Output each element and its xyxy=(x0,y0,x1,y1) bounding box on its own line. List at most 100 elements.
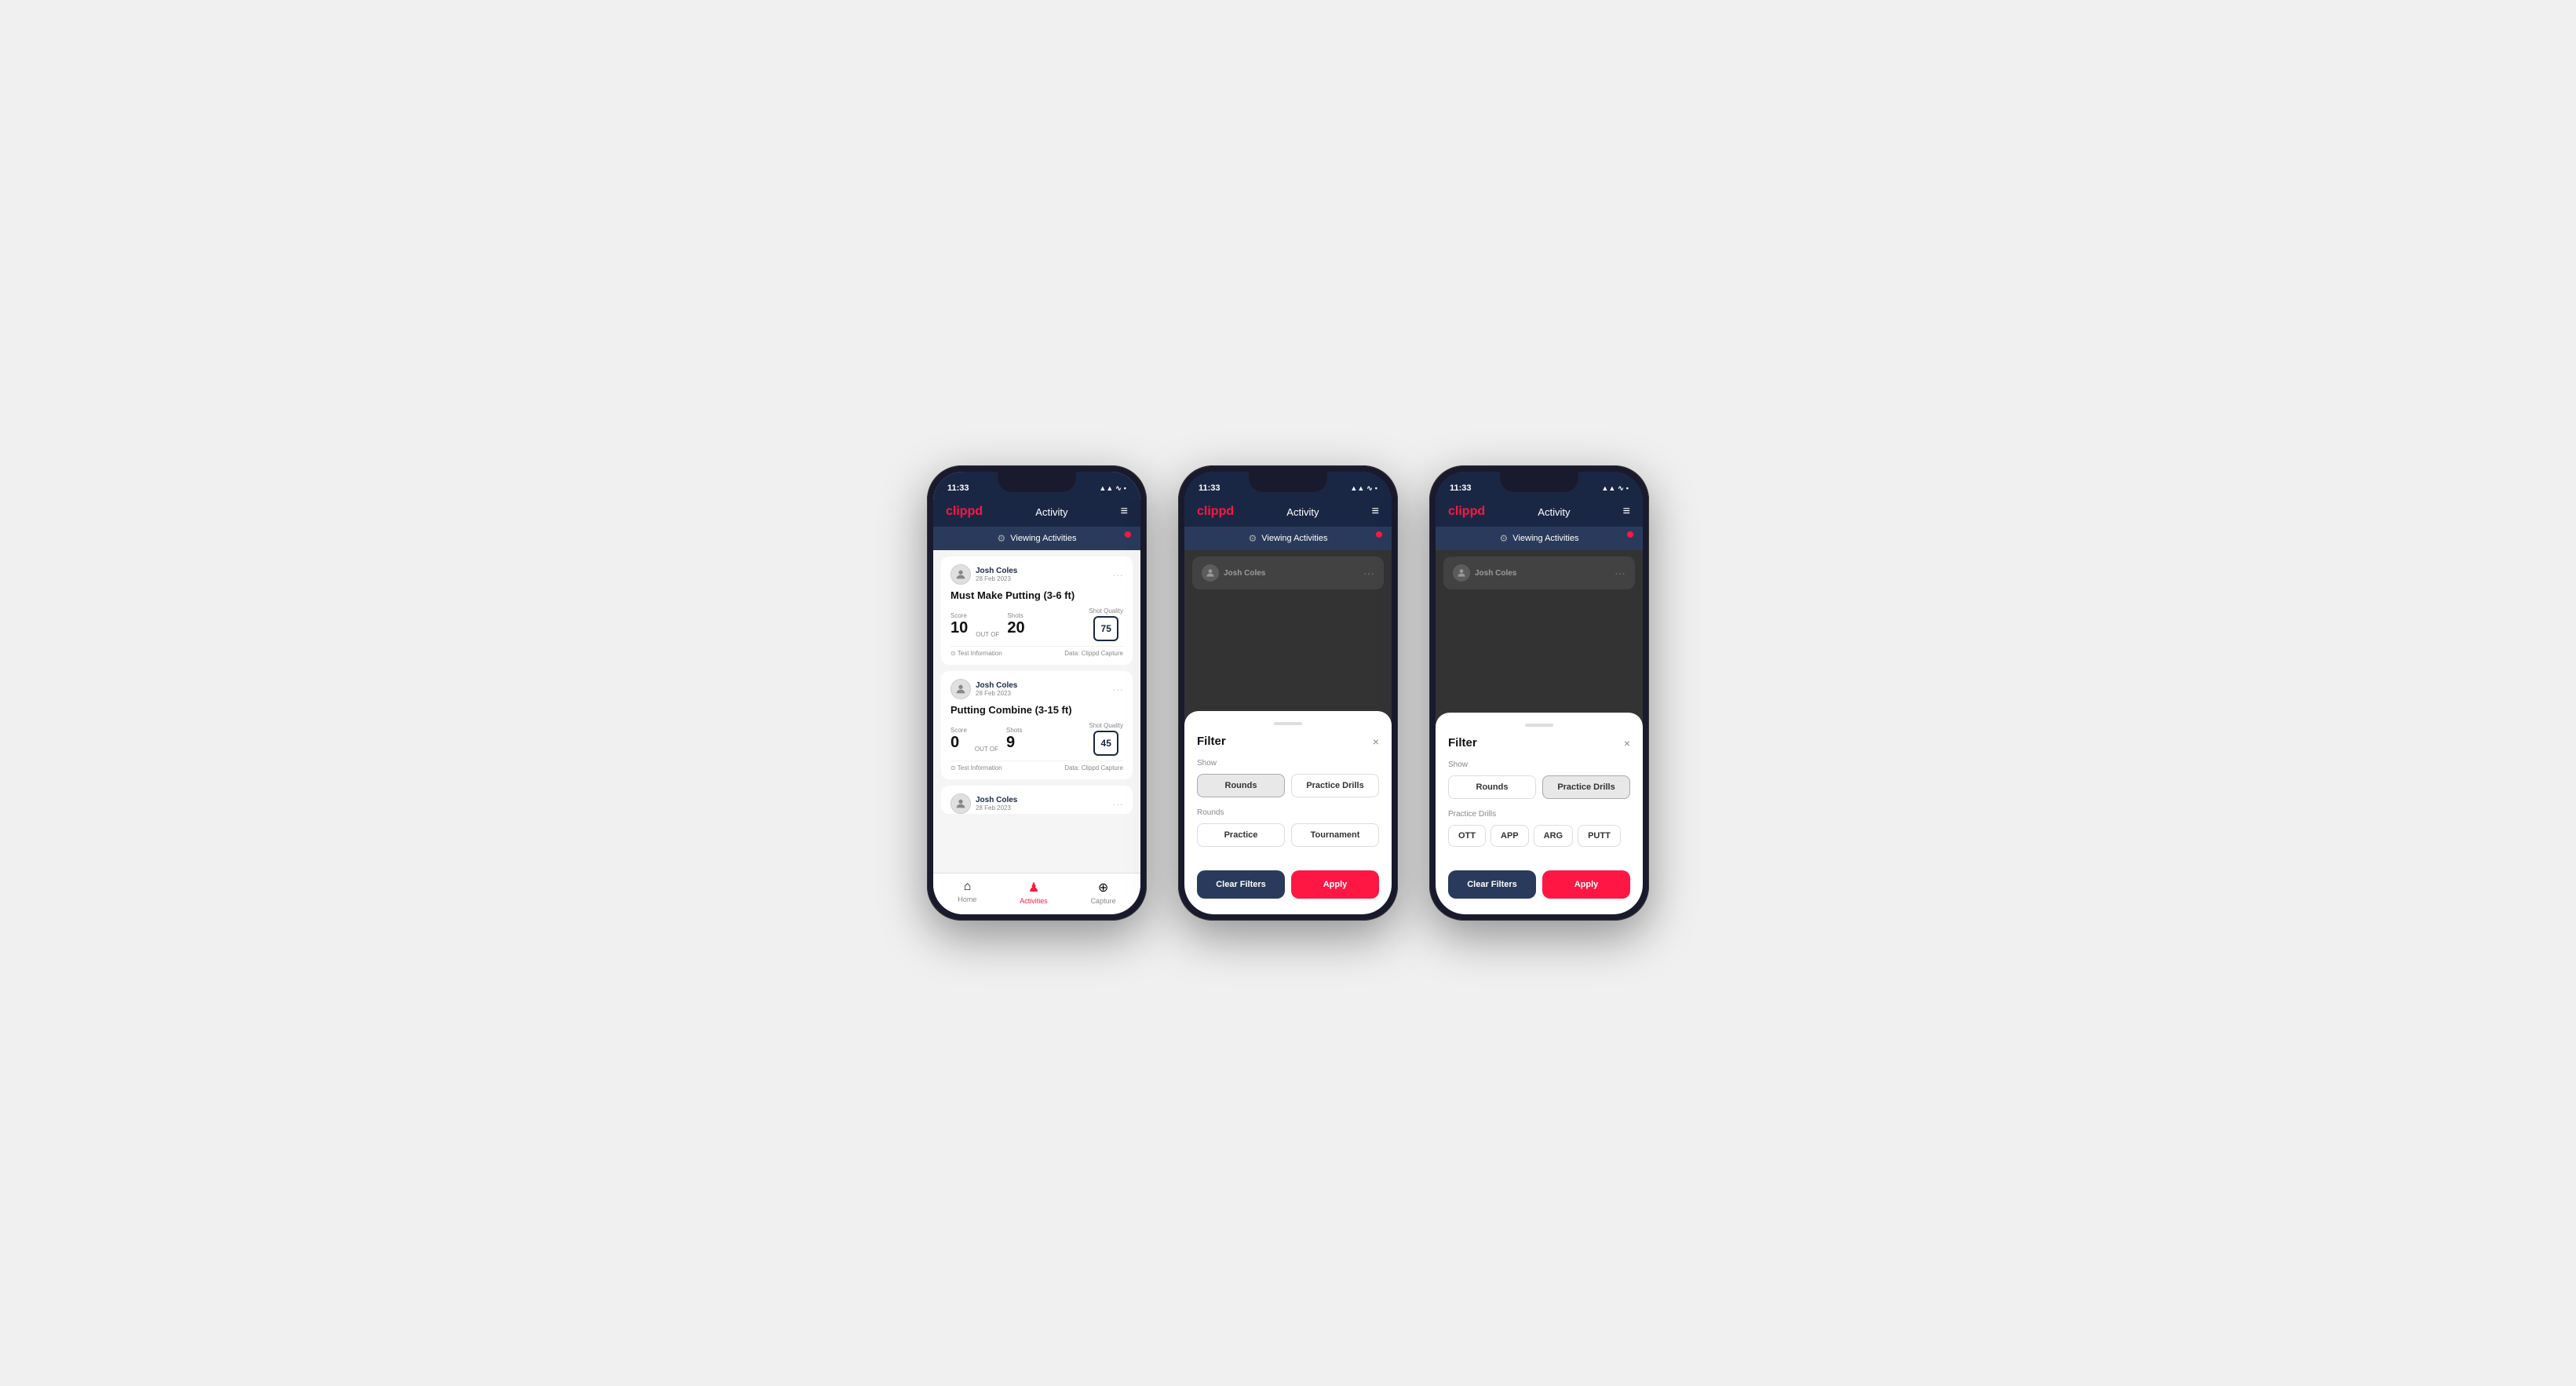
status-time: 11:33 xyxy=(1199,483,1220,493)
shots-stat: Shots 20 xyxy=(1007,612,1024,637)
home-nav-label: Home xyxy=(958,895,976,903)
card-options-icon[interactable]: ··· xyxy=(1112,568,1123,581)
nav-item-capture[interactable]: ⊕ Capture xyxy=(1091,880,1116,905)
user-date: 28 Feb 2023 xyxy=(976,575,1017,582)
show-btn-rounds[interactable]: Rounds xyxy=(1448,775,1536,799)
signal-icon: ▲▲ xyxy=(1350,484,1364,492)
signal-icon: ▲▲ xyxy=(1601,484,1615,492)
activity-card-partial[interactable]: Josh Coles 28 Feb 2023 ··· xyxy=(941,786,1133,814)
drill-tags: OTTAPPARGPUTT xyxy=(1448,825,1630,847)
filter-handle xyxy=(1274,722,1302,725)
filter-actions: Clear Filters Apply xyxy=(1197,870,1379,899)
shot-quality-stat: Shot Quality 45 xyxy=(1089,722,1123,756)
status-time: 11:33 xyxy=(1450,483,1472,493)
filter-close-button[interactable]: × xyxy=(1373,735,1379,748)
shots-label: Shots xyxy=(1006,727,1022,734)
round-filter-buttons: PracticeTournament xyxy=(1197,823,1379,847)
card-title: Must Make Putting (3-6 ft) xyxy=(950,589,1123,601)
shots-stat: Shots 9 xyxy=(1006,727,1022,752)
activities-nav-icon: ♟ xyxy=(1028,880,1039,895)
card-data: Data: Clippd Capture xyxy=(1064,650,1123,657)
show-filter-buttons: Rounds Practice Drills xyxy=(1197,774,1379,797)
card-footer: ⊙ Test Information Data: Clippd Capture xyxy=(950,760,1123,771)
notification-dot xyxy=(1125,531,1131,538)
phone-phone2: 11:33 ▲▲ ∿ ▪ clippd Activity ≡ ⚙ Viewing… xyxy=(1178,465,1398,921)
app-logo: clippd xyxy=(1197,505,1234,519)
filter-actions: Clear Filters Apply xyxy=(1448,870,1630,899)
user-date: 28 Feb 2023 xyxy=(976,804,1017,812)
card-data: Data: Clippd Capture xyxy=(1064,764,1123,771)
app-header: clippd Activity ≡ xyxy=(1184,500,1392,527)
drill-tag-app[interactable]: APP xyxy=(1491,825,1529,847)
drill-tag-ott[interactable]: OTT xyxy=(1448,825,1486,847)
viewing-bar-text: Viewing Activities xyxy=(1010,534,1076,543)
show-filter-buttons: RoundsPractice Drills xyxy=(1448,775,1630,799)
card-options-icon[interactable]: ··· xyxy=(1112,683,1123,695)
show-btn-rounds[interactable]: Rounds xyxy=(1197,774,1285,797)
header-title: Activity xyxy=(1286,506,1319,518)
capture-nav-label: Capture xyxy=(1091,897,1116,905)
viewing-bar-text: Viewing Activities xyxy=(1512,534,1578,543)
apply-button[interactable]: Apply xyxy=(1542,870,1630,899)
user-date: 28 Feb 2023 xyxy=(976,690,1017,697)
phone-phone1: 11:33 ▲▲ ∿ ▪ clippd Activity ≡ ⚙ Viewing… xyxy=(927,465,1147,921)
menu-icon[interactable]: ≡ xyxy=(1372,505,1379,519)
shot-quality-label: Shot Quality xyxy=(1089,607,1123,615)
filter-settings-icon: ⚙ xyxy=(1249,533,1257,544)
out-of-label: OUT OF xyxy=(976,631,999,638)
phones-container: 11:33 ▲▲ ∿ ▪ clippd Activity ≡ ⚙ Viewing… xyxy=(927,465,1649,921)
menu-icon[interactable]: ≡ xyxy=(1121,505,1128,519)
filter-close-button[interactable]: × xyxy=(1624,737,1630,750)
clear-filters-button[interactable]: Clear Filters xyxy=(1448,870,1536,899)
nav-item-activities[interactable]: ♟ Activities xyxy=(1020,880,1048,905)
score-label: Score xyxy=(950,612,968,619)
battery-icon: ▪ xyxy=(1375,484,1377,492)
clear-filters-button[interactable]: Clear Filters xyxy=(1197,870,1285,899)
header-title: Activity xyxy=(1035,506,1067,518)
score-stat: Score 0 xyxy=(950,727,967,752)
wifi-icon: ∿ xyxy=(1115,484,1122,493)
user-text: Josh Coles 28 Feb 2023 xyxy=(976,681,1017,697)
card-stats: Score 0 OUT OF Shots 9 Shot Quality 45 xyxy=(950,722,1123,756)
card-options-icon[interactable]: ··· xyxy=(1112,797,1123,810)
viewing-bar[interactable]: ⚙ Viewing Activities xyxy=(1184,527,1392,550)
battery-icon: ▪ xyxy=(1626,484,1629,492)
menu-icon[interactable]: ≡ xyxy=(1623,505,1630,519)
card-stats: Score 10 OUT OF Shots 20 Shot Quality 75 xyxy=(950,607,1123,641)
dimmed-bg: Josh Coles ··· Filter × ShowRoundsPracti… xyxy=(1184,550,1392,914)
show-section-label: Show xyxy=(1197,759,1379,768)
round-btn-tournament[interactable]: Tournament xyxy=(1291,823,1379,847)
activity-card[interactable]: Josh Coles 28 Feb 2023 ··· Must Make Put… xyxy=(941,556,1133,665)
app-logo: clippd xyxy=(1448,505,1485,519)
header-title: Activity xyxy=(1538,506,1570,518)
show-btn-practice-drills[interactable]: Practice Drills xyxy=(1542,775,1630,799)
user-name: Josh Coles xyxy=(976,681,1017,690)
activity-card[interactable]: Josh Coles 28 Feb 2023 ··· Putting Combi… xyxy=(941,671,1133,779)
phone-screen: 11:33 ▲▲ ∿ ▪ clippd Activity ≡ ⚙ Viewing… xyxy=(1436,472,1643,914)
round-btn-practice[interactable]: Practice xyxy=(1197,823,1285,847)
activity-list: Josh Coles 28 Feb 2023 ··· Must Make Put… xyxy=(933,550,1140,873)
filter-sheet: Filter × ShowRoundsPractice DrillsPracti… xyxy=(1436,713,1643,914)
drill-tag-arg[interactable]: ARG xyxy=(1534,825,1573,847)
phone-notch xyxy=(1500,472,1578,492)
phone-screen: 11:33 ▲▲ ∿ ▪ clippd Activity ≡ ⚙ Viewing… xyxy=(1184,472,1392,914)
drill-tag-putt[interactable]: PUTT xyxy=(1578,825,1621,847)
app-header: clippd Activity ≡ xyxy=(1436,500,1643,527)
card-header: Josh Coles 28 Feb 2023 ··· xyxy=(950,679,1123,699)
user-name: Josh Coles xyxy=(976,567,1017,575)
shot-quality-value: 45 xyxy=(1093,731,1118,756)
filter-settings-icon: ⚙ xyxy=(998,533,1006,544)
viewing-bar[interactable]: ⚙ Viewing Activities xyxy=(933,527,1140,550)
wifi-icon: ∿ xyxy=(1618,484,1624,493)
score-value: 10 xyxy=(950,619,968,636)
notification-dot xyxy=(1376,531,1382,538)
nav-item-home[interactable]: ⌂ Home xyxy=(958,880,976,905)
score-label: Score xyxy=(950,727,967,734)
score-stat: Score 10 xyxy=(950,612,968,637)
viewing-bar[interactable]: ⚙ Viewing Activities xyxy=(1436,527,1643,550)
filter-header: Filter × xyxy=(1197,735,1379,748)
phone-notch xyxy=(1249,472,1327,492)
status-icons: ▲▲ ∿ ▪ xyxy=(1350,484,1377,493)
apply-button[interactable]: Apply xyxy=(1291,870,1379,899)
show-btn-practice-drills[interactable]: Practice Drills xyxy=(1291,774,1379,797)
